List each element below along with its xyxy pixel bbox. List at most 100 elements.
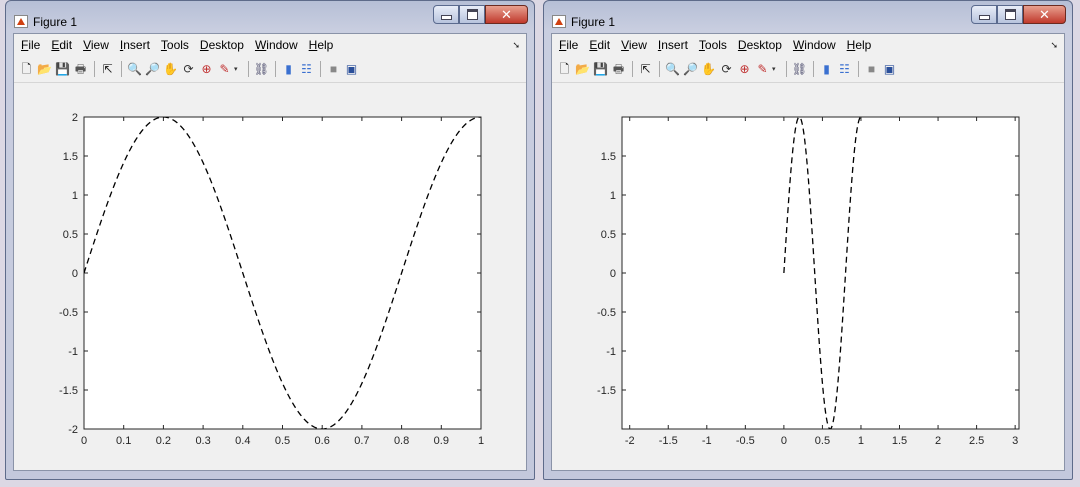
menu-window[interactable]: Window	[255, 38, 298, 52]
x-tick-label: 0.1	[116, 435, 131, 447]
minimize-button[interactable]	[971, 5, 997, 24]
new-figure-icon[interactable]: 🗋	[556, 61, 573, 78]
x-tick-label: 2.5	[969, 435, 984, 447]
pan-icon[interactable]: ✋	[162, 61, 179, 78]
title-bar[interactable]: Figure 1 ✕	[544, 1, 1072, 33]
show-tools-icon[interactable]: ▣	[343, 61, 360, 78]
menu-insert[interactable]: Insert	[658, 38, 688, 52]
legend-icon[interactable]: ☷	[836, 61, 853, 78]
close-icon: ✕	[501, 7, 512, 22]
close-button[interactable]: ✕	[1023, 5, 1066, 24]
print-icon[interactable]: 🖶	[72, 61, 89, 78]
x-tick-label: 0	[81, 435, 87, 447]
menu-help[interactable]: Help	[847, 38, 872, 52]
close-button[interactable]: ✕	[485, 5, 528, 24]
toolbar-separator	[858, 61, 859, 77]
save-icon[interactable]: 💾	[592, 61, 609, 78]
data-cursor-icon[interactable]: ⊕	[736, 61, 753, 78]
menu-file[interactable]: File	[21, 38, 40, 52]
minimize-button[interactable]	[433, 5, 459, 24]
open-file-icon[interactable]: 📂	[36, 61, 53, 78]
menu-window[interactable]: Window	[793, 38, 836, 52]
show-tools-icon[interactable]: ▣	[881, 61, 898, 78]
menu-overflow-icon[interactable]: ➘	[512, 40, 520, 51]
brush-icon[interactable]: ✎	[754, 61, 771, 78]
pointer-icon[interactable]: ⇱	[637, 61, 654, 78]
menu-desktop[interactable]: Desktop	[200, 38, 244, 52]
brush-dropdown-icon[interactable]: ▾	[234, 65, 242, 73]
x-tick-label: 0.4	[235, 435, 250, 447]
menu-overflow-icon[interactable]: ➘	[1050, 40, 1058, 51]
x-tick-label: 1	[478, 435, 484, 447]
menu-edit[interactable]: Edit	[51, 38, 72, 52]
x-tick-label: 1.5	[892, 435, 907, 447]
new-figure-icon[interactable]: 🗋	[18, 61, 35, 78]
figure-client-area: File Edit View Insert Tools Desktop Window Help…	[551, 33, 1065, 471]
data-cursor-icon[interactable]: ⊕	[198, 61, 215, 78]
title-bar[interactable]: Figure 1 ✕	[6, 1, 534, 33]
y-tick-label: -1.5	[597, 385, 616, 397]
rotate-icon[interactable]: ⟳	[718, 61, 735, 78]
y-tick-label: 1.5	[63, 151, 78, 163]
menu-edit[interactable]: Edit	[589, 38, 610, 52]
brush-icon[interactable]: ✎	[216, 61, 233, 78]
toolbar-separator	[659, 61, 660, 77]
minimize-icon	[978, 15, 990, 20]
brush-dropdown-icon[interactable]: ▾	[772, 65, 780, 73]
toolbar-separator	[632, 61, 633, 77]
menu-help[interactable]: Help	[309, 38, 334, 52]
menu-bar: File Edit View Insert Tools Desktop Window Help…	[552, 34, 1064, 56]
menu-file[interactable]: File	[559, 38, 578, 52]
legend-icon[interactable]: ☷	[298, 61, 315, 78]
menu-insert[interactable]: Insert	[120, 38, 150, 52]
plot-area: -2 -1.5 -1 -0.5 0 0.5 1 1.5 2 2.5 3 -1.5 -1 -0.5 0 0.5 1…	[552, 83, 1066, 476]
y-tick-label: 0.5	[601, 229, 616, 241]
axes-left[interactable]: 0 0.1 0.2 0.3 0.4 0.5 0.6 0.7 0.8 0.9 1 -2 -1.5 -1 -0.…	[14, 83, 528, 471]
window-title: Figure 1	[571, 15, 616, 29]
print-icon[interactable]: 🖶	[610, 61, 627, 78]
zoom-out-icon[interactable]: 🔎	[144, 61, 161, 78]
open-file-icon[interactable]: 📂	[574, 61, 591, 78]
zoom-out-icon[interactable]: 🔎	[682, 61, 699, 78]
x-tick-label: 0.7	[354, 435, 369, 447]
y-tick-label: -1.5	[59, 385, 78, 397]
menu-tools[interactable]: Tools	[699, 38, 727, 52]
save-icon[interactable]: 💾	[54, 61, 71, 78]
zoom-in-icon[interactable]: 🔍	[126, 61, 143, 78]
x-tick-label: 3	[1012, 435, 1018, 447]
y-tick-label: 1.5	[601, 151, 616, 163]
x-tick-label: 0.6	[315, 435, 330, 447]
hide-tools-icon[interactable]: ■	[325, 61, 342, 78]
link-plot-icon[interactable]: ⛓	[791, 61, 808, 78]
pan-icon[interactable]: ✋	[700, 61, 717, 78]
menu-tools[interactable]: Tools	[161, 38, 189, 52]
y-tick-label: -0.5	[597, 307, 616, 319]
x-tick-label: 0.5	[815, 435, 830, 447]
window-title: Figure 1	[33, 15, 78, 29]
rotate-icon[interactable]: ⟳	[180, 61, 197, 78]
colorbar-icon[interactable]: ▮	[280, 61, 297, 78]
menu-view[interactable]: View	[621, 38, 647, 52]
maximize-button[interactable]	[459, 5, 485, 24]
maximize-button[interactable]	[997, 5, 1023, 24]
colorbar-icon[interactable]: ▮	[818, 61, 835, 78]
hide-tools-icon[interactable]: ■	[863, 61, 880, 78]
pointer-icon[interactable]: ⇱	[99, 61, 116, 78]
x-tick-label: 0	[781, 435, 787, 447]
zoom-in-icon[interactable]: 🔍	[664, 61, 681, 78]
close-icon: ✕	[1039, 7, 1050, 22]
toolbar-separator	[320, 61, 321, 77]
figure-window-left: Figure 1 ✕ File Edit View Insert Tools Deskto…	[5, 0, 535, 480]
axes-box	[621, 116, 1020, 430]
menu-desktop[interactable]: Desktop	[738, 38, 782, 52]
y-tick-label: 1	[72, 190, 78, 202]
figure-toolbar: 🗋 📂 💾 🖶 ⇱ 🔍 🔎 ✋ ⟳ ⊕ ✎ ▾ ⛓ ▮ ☷ ■ ▣	[552, 56, 1064, 83]
axes-right[interactable]: -2 -1.5 -1 -0.5 0 0.5 1 1.5 2 2.5 3 -1.5 -1 -0.5 0 0.5 1…	[552, 83, 1066, 471]
matlab-logo-icon	[14, 15, 28, 28]
x-tick-label: -0.5	[736, 435, 755, 447]
menu-view[interactable]: View	[83, 38, 109, 52]
link-plot-icon[interactable]: ⛓	[253, 61, 270, 78]
y-tick-label: 2	[72, 112, 78, 124]
y-tick-label: -2	[68, 424, 78, 436]
x-tick-label: 0.8	[394, 435, 409, 447]
